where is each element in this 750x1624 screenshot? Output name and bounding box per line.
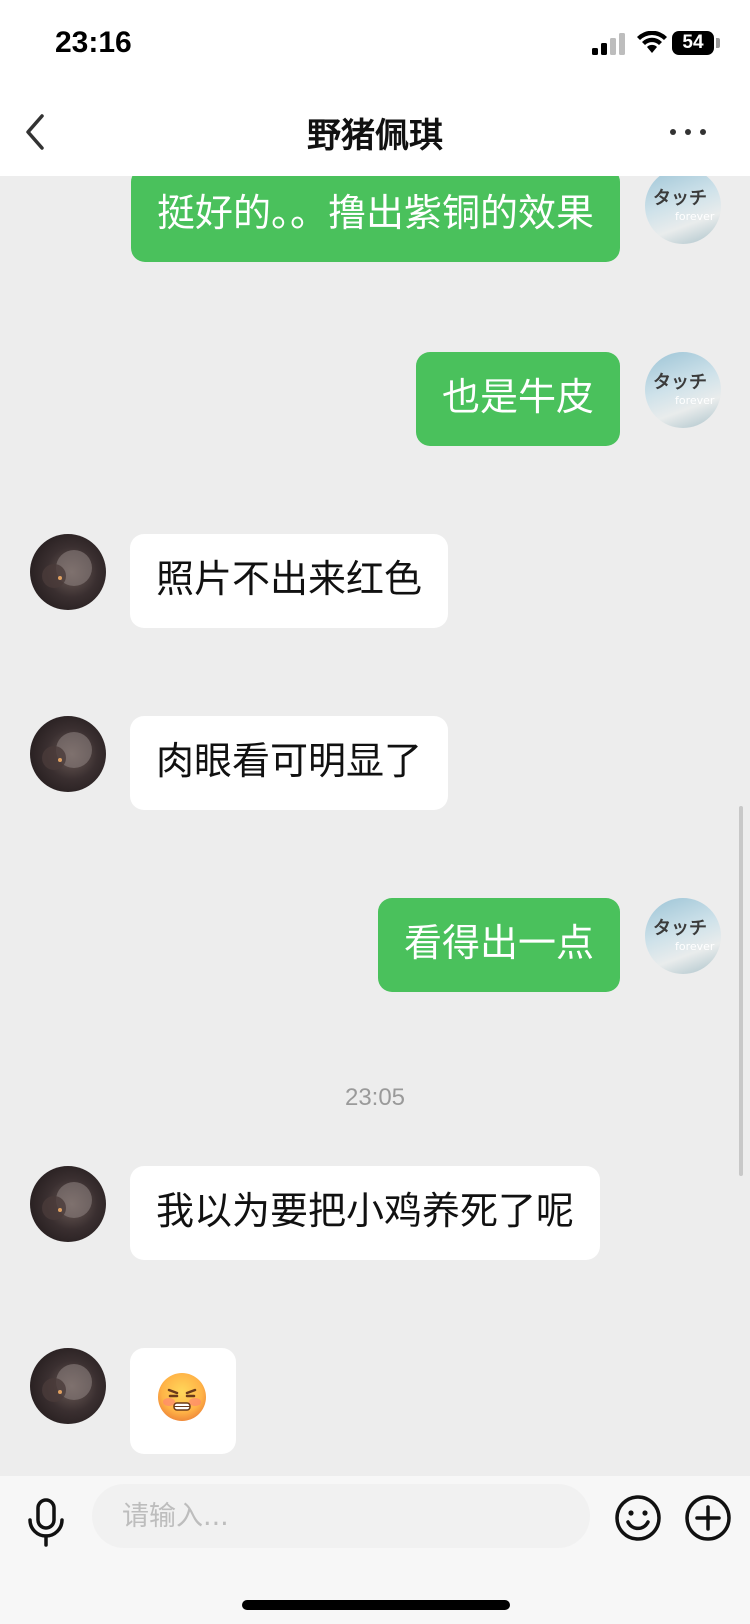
svg-text:forever: forever: [675, 940, 715, 953]
message-bubble-sent[interactable]: 挺好的。。撸出紫铜的效果: [130, 176, 620, 262]
scrollbar[interactable]: [739, 806, 743, 1176]
svg-text:タッチ: タッチ: [653, 188, 707, 209]
chat-title: 野猪佩琪: [307, 116, 443, 156]
svg-text:タッチ: タッチ: [653, 918, 707, 939]
plus-circle-icon[interactable]: [684, 1494, 732, 1542]
my-avatar[interactable]: タッチ forever: [645, 176, 721, 244]
more-dots-icon[interactable]: [666, 116, 710, 146]
my-avatar[interactable]: タッチ forever: [645, 352, 721, 428]
contact-avatar[interactable]: [30, 1166, 106, 1242]
battery-indicator: 54: [672, 31, 714, 55]
microphone-icon[interactable]: [24, 1498, 68, 1548]
message-timestamp: 23:05: [344, 1084, 406, 1111]
grinning-steam-face-icon: [158, 1373, 206, 1421]
message-input[interactable]: [92, 1484, 590, 1548]
message-bubble-sent[interactable]: 也是牛皮: [415, 352, 620, 446]
status-time: 23:16: [55, 26, 132, 59]
battery-cap: [716, 38, 720, 48]
wifi-icon: [637, 31, 667, 53]
message-bubble-sent[interactable]: 看得出一点: [377, 898, 620, 992]
status-bar: 23:16 54: [0, 0, 750, 88]
my-avatar[interactable]: タッチ forever: [645, 898, 721, 974]
contact-avatar[interactable]: [30, 716, 106, 792]
message-bubble-emoji[interactable]: [130, 1348, 236, 1454]
message-bubble-received[interactable]: 我以为要把小鸡养死了呢: [130, 1166, 601, 1260]
message-list[interactable]: 挺好的。。撸出紫铜的效果 タッチ forever 也是牛皮 タッチ foreve…: [0, 176, 750, 1476]
message-bubble-received[interactable]: 照片不出来红色: [130, 534, 449, 628]
svg-text:forever: forever: [675, 394, 715, 407]
svg-text:タッチ: タッチ: [653, 372, 707, 393]
signal-icon: [592, 33, 625, 55]
contact-avatar[interactable]: [30, 534, 106, 610]
smile-icon[interactable]: [614, 1494, 662, 1542]
message-bubble-received[interactable]: 肉眼看可明显了: [130, 716, 449, 810]
svg-text:forever: forever: [675, 210, 715, 223]
chat-header: 野猪佩琪: [0, 88, 750, 176]
home-indicator: [242, 1600, 510, 1610]
contact-avatar[interactable]: [30, 1348, 106, 1424]
